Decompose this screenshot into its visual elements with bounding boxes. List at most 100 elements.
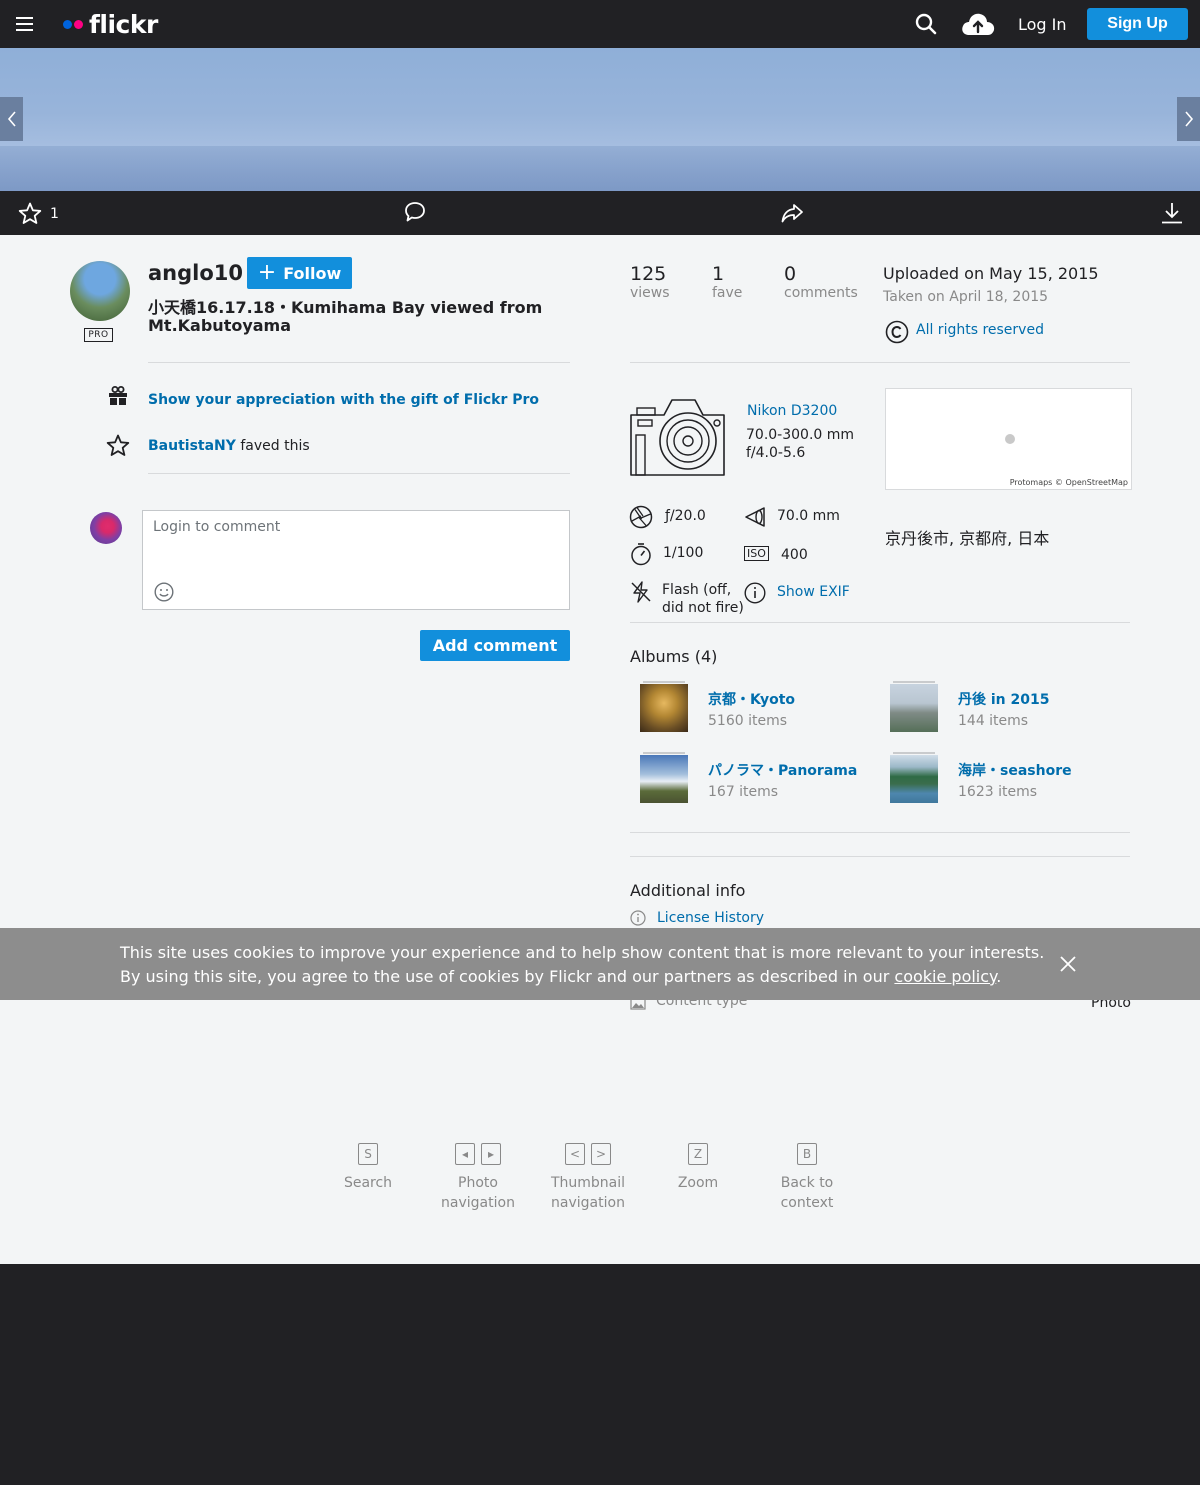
uploaded-date: Uploaded on May 15, 2015 [883, 264, 1099, 283]
shutter-speed-icon [629, 542, 653, 570]
owner-name[interactable]: anglo10 [148, 261, 243, 285]
next-photo-button[interactable] [1177, 97, 1200, 141]
faved-by-user-link[interactable]: BautistaNY [148, 438, 236, 454]
location-map[interactable]: Protomaps © OpenStreetMap [885, 388, 1132, 490]
shortcut-back-to-context: B Back to context [768, 1143, 846, 1213]
divider [630, 856, 1130, 857]
close-icon[interactable] [1059, 955, 1077, 977]
divider [630, 362, 1130, 363]
license-history-link[interactable]: License History [657, 910, 764, 926]
fave-count: 1 [50, 205, 59, 222]
photo-details: PRO anglo10 + Follow 小天橋16.17.18・Kumiham… [0, 235, 1200, 1264]
shortcut-key: B [797, 1143, 817, 1165]
divider [630, 622, 1130, 623]
flash-line-1: Flash (off, [662, 582, 732, 598]
cookie-message: This site uses cookies to improve your e… [120, 941, 1050, 989]
gift-icon [108, 386, 128, 410]
photo-title: 小天橋16.17.18・Kumihama Bay viewed from Mt.… [148, 298, 543, 335]
shortcut-key: ◂ [455, 1143, 475, 1165]
menu-icon[interactable] [16, 17, 33, 31]
fave-button[interactable]: 1 [18, 202, 59, 225]
signup-button[interactable]: Sign Up [1087, 8, 1188, 40]
stat-number: 1 [712, 263, 725, 285]
cookie-policy-link[interactable]: cookie policy [894, 967, 996, 986]
follow-button[interactable]: + Follow [247, 257, 352, 289]
info-icon[interactable] [744, 582, 766, 608]
page-footer [0, 1264, 1200, 1485]
shortcut-label: context [780, 1195, 834, 1211]
photo-image[interactable] [0, 48, 1200, 191]
star-icon [18, 202, 42, 224]
show-exif-link[interactable]: Show EXIF [777, 584, 850, 600]
album-item-count: 144 items [958, 713, 1029, 729]
search-icon[interactable] [915, 13, 937, 35]
albums-heading: Albums (4) [630, 647, 718, 666]
album-name-link[interactable]: 海岸・seashore [958, 760, 1072, 780]
album-thumbnail[interactable] [640, 752, 688, 803]
camera-icon [628, 395, 728, 481]
owner-avatar[interactable] [70, 261, 130, 321]
album-name-link[interactable]: 丹後 in 2015 [958, 689, 1049, 709]
shortcut-thumbnail-navigation: < > Thumbnail navigation [538, 1143, 638, 1213]
album-item-count: 167 items [708, 784, 779, 800]
divider [148, 362, 570, 363]
stat-label: fave [712, 285, 743, 301]
shortcut-key: < [565, 1143, 585, 1165]
shortcut-key: > [591, 1143, 611, 1165]
upload-cloud-icon[interactable] [960, 11, 996, 37]
album-thumbnail[interactable] [640, 681, 688, 732]
additional-info-heading: Additional info [630, 881, 746, 900]
iso-icon: ISO [744, 546, 769, 561]
camera-model-link[interactable]: Nikon D3200 [747, 403, 837, 419]
map-attribution[interactable]: Protomaps © OpenStreetMap [1010, 478, 1128, 487]
chevron-left-icon [7, 111, 16, 127]
album-name-link[interactable]: パノラマ・Panorama [708, 760, 857, 780]
stat-views: 125 views [630, 263, 670, 301]
photo-action-bar: 1 [0, 191, 1200, 235]
exif-aperture: ƒ/20.0 [665, 508, 706, 524]
download-icon[interactable] [1161, 201, 1183, 229]
shortcut-key: Z [688, 1143, 708, 1165]
divider [148, 473, 570, 474]
cookie-banner: This site uses cookies to improve your e… [0, 928, 1200, 1000]
comment-input[interactable]: Login to comment [142, 510, 570, 610]
gift-flickr-pro-link[interactable]: Show your appreciation with the gift of … [148, 392, 539, 408]
divider [630, 832, 1130, 833]
cookie-text-end: . [996, 967, 1002, 986]
shortcut-key: S [358, 1143, 378, 1165]
lens-aperture-range: f/4.0-5.6 [746, 445, 806, 461]
exif-flash: Flash (off, did not fire) [662, 581, 744, 617]
aperture-icon [629, 505, 653, 533]
login-link[interactable]: Log In [1018, 15, 1067, 34]
album-name-link[interactable]: 京都・Kyoto [708, 689, 795, 709]
album-thumbnail[interactable] [890, 752, 938, 803]
logo-blue-dot [63, 19, 72, 29]
previous-photo-button[interactable] [0, 97, 23, 141]
plus-icon: + [257, 260, 277, 285]
shortcut-label: Search [343, 1175, 393, 1191]
taken-date: Taken on April 18, 2015 [883, 289, 1049, 305]
faved-by-text: BautistaNY faved this [148, 438, 310, 454]
flash-off-icon [629, 580, 653, 608]
flickr-logo[interactable]: flickr [63, 10, 158, 39]
location-text[interactable]: 京丹後市, 京都府, 日本 [885, 525, 1049, 549]
shortcut-label: Back to [780, 1175, 834, 1191]
focal-length-icon [744, 505, 768, 533]
license-link[interactable]: All rights reserved [916, 322, 1044, 338]
shortcut-search: S Search [330, 1143, 406, 1193]
star-icon [106, 434, 130, 461]
top-navigation: flickr Log In Sign Up [0, 0, 1200, 48]
emoji-icon[interactable] [154, 582, 174, 606]
share-icon[interactable] [780, 201, 804, 229]
album-thumbnail[interactable] [890, 681, 938, 732]
comment-icon[interactable] [403, 200, 427, 228]
chevron-right-icon [1184, 111, 1193, 127]
add-comment-button[interactable]: Add comment [420, 630, 570, 661]
album-item-count: 5160 items [708, 713, 788, 729]
follow-label: Follow [283, 263, 342, 283]
shortcut-label: navigation [441, 1195, 515, 1211]
shortcut-label: navigation [551, 1195, 625, 1211]
shortcut-label: Thumbnail [550, 1175, 626, 1191]
flash-line-2: did not fire) [662, 600, 744, 616]
shortcut-label: Zoom [677, 1175, 719, 1191]
